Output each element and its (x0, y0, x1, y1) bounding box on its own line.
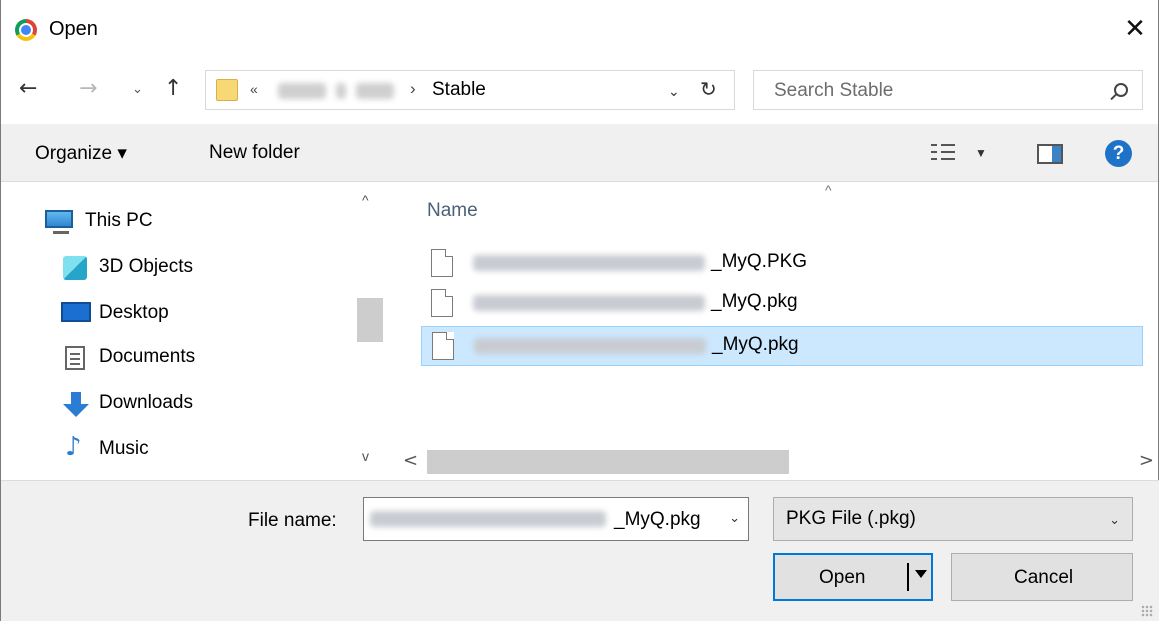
file-row[interactable]: _MyQ.PKG (421, 244, 1143, 284)
3d-objects-icon (63, 256, 87, 280)
file-name-redacted (370, 511, 606, 527)
music-icon: ♪ (65, 432, 82, 462)
window-title: Open (49, 18, 98, 40)
nav-item-label: Downloads (99, 392, 193, 413)
breadcrumb-redacted-1[interactable] (278, 83, 326, 99)
preview-pane-icon[interactable] (1037, 144, 1063, 164)
breadcrumb-redacted-sep (336, 83, 346, 99)
resize-grip-icon[interactable] (1141, 605, 1153, 617)
scroll-left-icon[interactable]: < (403, 450, 418, 471)
nav-item-label: 3D Objects (99, 256, 193, 277)
breadcrumb-separator: › (410, 79, 416, 98)
open-button[interactable]: Open (773, 553, 933, 601)
open-file-dialog: Open ✕ ← → ⌄ ↑ « › Stable ⌄ ↻ Search Sta… (0, 0, 1159, 621)
new-folder-button[interactable]: New folder (209, 142, 300, 164)
nav-item-desktop[interactable]: Desktop (1, 294, 351, 334)
folder-icon (216, 79, 238, 101)
file-name-suffix: _MyQ.pkg (712, 334, 799, 355)
back-button[interactable]: ← (19, 76, 37, 101)
scroll-thumb[interactable] (357, 298, 383, 342)
close-button[interactable]: ✕ (1112, 0, 1158, 58)
file-row-selected[interactable]: _MyQ.pkg (421, 326, 1143, 366)
organize-button[interactable]: Organize ▾ (35, 142, 127, 165)
column-header-name[interactable]: Name (427, 200, 478, 222)
documents-icon (65, 346, 85, 370)
file-name-suffix: _MyQ.pkg (711, 291, 798, 312)
breadcrumb-redacted-2[interactable] (356, 83, 394, 99)
file-name-redacted (474, 338, 706, 354)
command-toolbar: Organize ▾ New folder ▼ ? (1, 124, 1158, 182)
chevron-down-icon[interactable]: ⌄ (1109, 512, 1120, 528)
nav-item-label: This PC (85, 210, 153, 231)
view-dropdown-arrow[interactable]: ▼ (975, 146, 987, 160)
scroll-thumb[interactable] (427, 450, 789, 474)
file-icon (432, 332, 454, 360)
breadcrumb-current[interactable]: Stable (432, 79, 486, 101)
cancel-button[interactable]: Cancel (951, 553, 1133, 601)
chevron-down-icon[interactable]: ⌄ (729, 510, 740, 526)
desktop-icon (61, 302, 91, 322)
breadcrumb-overflow[interactable]: « (250, 81, 258, 97)
title-bar: Open ✕ (1, 0, 1158, 62)
navigation-scrollbar[interactable]: ^ v (353, 182, 387, 480)
navigation-pane: This PC 3D Objects Desktop Documents Dow… (1, 182, 387, 480)
open-button-label: Open (819, 567, 866, 588)
file-name-label: File name: (248, 510, 337, 531)
search-input[interactable]: Search Stable (753, 70, 1143, 110)
address-row: ← → ⌄ ↑ « › Stable ⌄ ↻ Search Stable (1, 62, 1158, 120)
nav-item-label: Desktop (99, 302, 169, 323)
file-row[interactable]: _MyQ.pkg (421, 284, 1143, 324)
file-name-redacted (473, 295, 705, 311)
help-icon[interactable]: ? (1105, 140, 1132, 167)
file-icon (431, 249, 453, 277)
file-type-select[interactable]: PKG File (.pkg) ⌄ (773, 497, 1133, 541)
nav-item-music[interactable]: ♪ Music (1, 430, 351, 470)
bottom-panel: File name: _MyQ.pkg ⌄ PKG File (.pkg) ⌄ … (1, 480, 1159, 621)
cancel-button-label: Cancel (1014, 567, 1074, 588)
nav-item-label: Documents (99, 346, 196, 367)
open-options-arrow-icon[interactable] (915, 570, 927, 578)
recent-locations-button[interactable]: ⌄ (132, 82, 143, 97)
search-icon[interactable] (1114, 83, 1128, 97)
forward-button[interactable]: → (79, 76, 97, 101)
downloads-icon (63, 392, 89, 418)
nav-item-this-pc[interactable]: This PC (1, 202, 351, 242)
up-button[interactable]: ↑ (164, 76, 182, 101)
file-name-suffix: _MyQ.PKG (711, 251, 808, 272)
split-divider (907, 563, 909, 591)
nav-item-documents[interactable]: Documents (1, 338, 351, 378)
sort-ascending-icon: ^ (825, 182, 832, 198)
file-type-value: PKG File (.pkg) (786, 508, 916, 529)
nav-item-3d-objects[interactable]: 3D Objects (1, 248, 351, 288)
scroll-right-icon[interactable]: > (1139, 450, 1154, 471)
search-placeholder: Search Stable (774, 80, 894, 101)
nav-item-downloads[interactable]: Downloads (1, 384, 351, 424)
file-name-field-suffix: _MyQ.pkg (614, 509, 701, 530)
file-name-field[interactable]: _MyQ.pkg ⌄ (363, 497, 749, 541)
chrome-icon (15, 19, 37, 41)
file-icon (431, 289, 453, 317)
nav-item-label: Music (99, 438, 149, 459)
horizontal-scrollbar[interactable]: < > (395, 444, 1159, 478)
scroll-up-icon[interactable]: ^ (362, 192, 369, 208)
file-name-redacted (473, 255, 705, 271)
file-list: ^ Name _MyQ.PKG _MyQ.pkg _MyQ.pkg < > (395, 182, 1159, 480)
chevron-down-icon[interactable]: ⌄ (668, 83, 680, 100)
view-options-icon[interactable] (931, 142, 957, 164)
scroll-down-icon[interactable]: v (362, 448, 369, 464)
refresh-icon[interactable]: ↻ (700, 77, 717, 101)
address-bar[interactable]: « › Stable ⌄ ↻ (205, 70, 735, 110)
computer-icon (45, 210, 73, 234)
